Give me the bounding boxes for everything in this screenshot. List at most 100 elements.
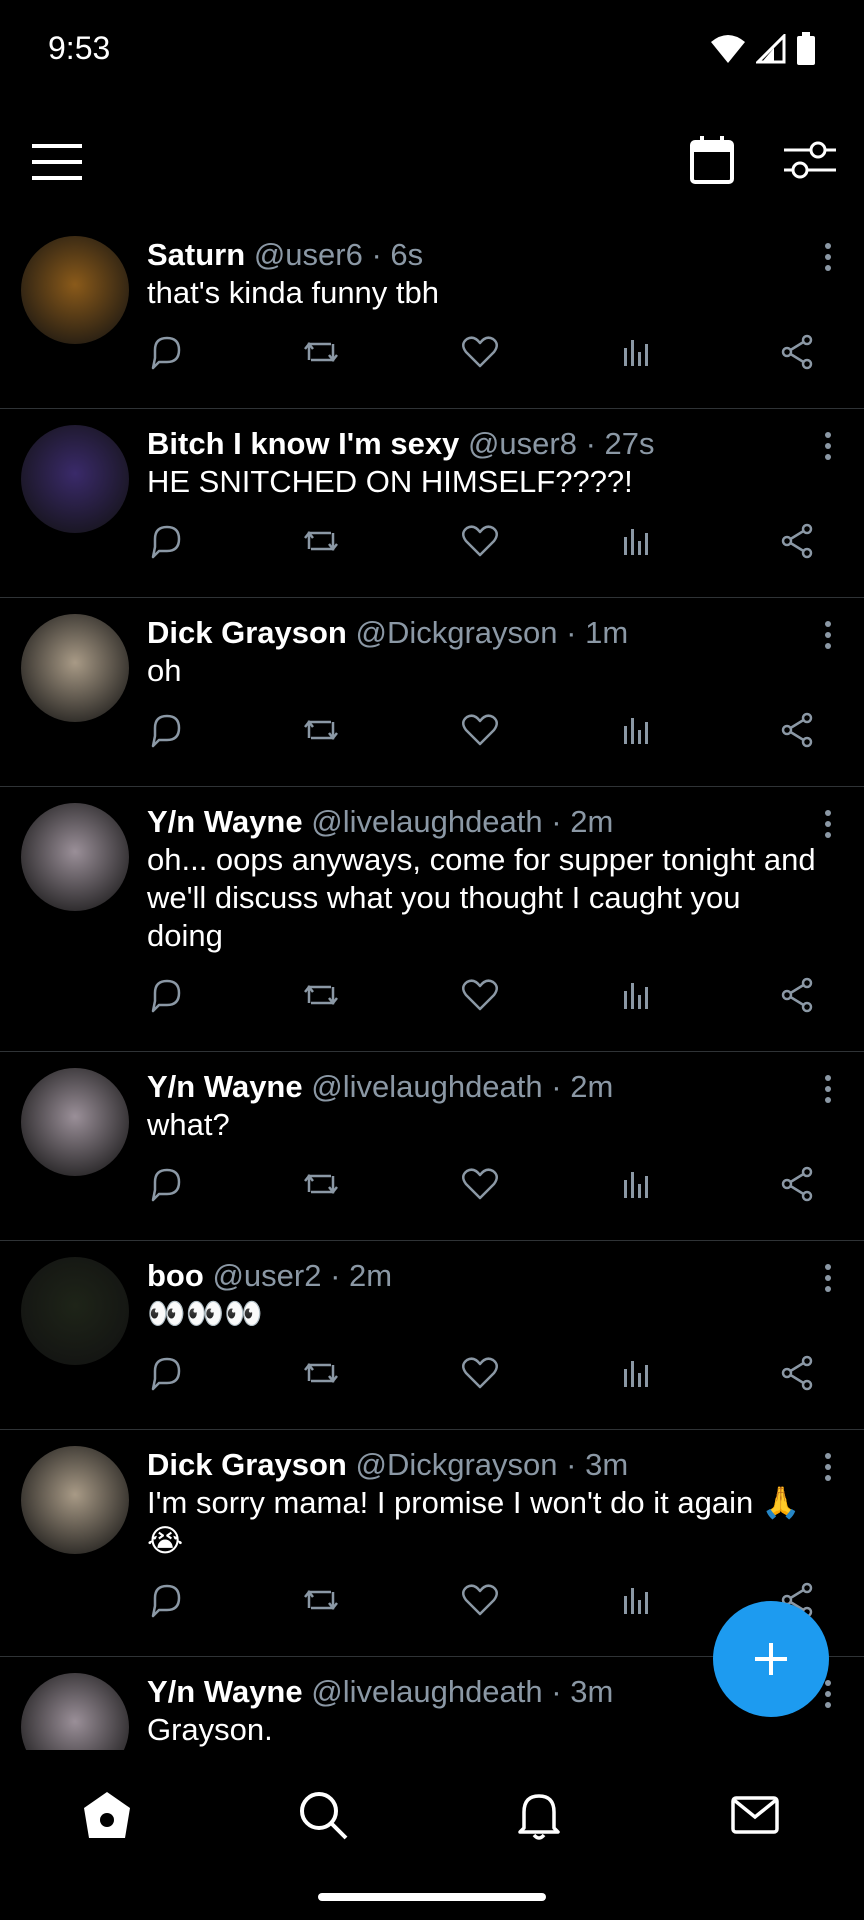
retweet-icon[interactable]: [301, 1580, 341, 1620]
like-icon[interactable]: [460, 975, 500, 1015]
tweet-time: 2m: [349, 1258, 393, 1293]
like-icon[interactable]: [460, 332, 500, 372]
tweet-text: that's kinda funny tbh: [147, 275, 440, 310]
tweet-author-name[interactable]: Y/n Wayne: [147, 1069, 303, 1104]
tweet-author-name[interactable]: boo: [147, 1258, 204, 1293]
calendar-icon[interactable]: [686, 134, 738, 186]
stats-icon[interactable]: [617, 1353, 657, 1393]
share-icon[interactable]: [777, 521, 817, 561]
stats-icon[interactable]: [617, 521, 657, 561]
tweet-handle[interactable]: @Dickgrayson: [356, 615, 558, 650]
compose-button[interactable]: [713, 1601, 829, 1717]
retweet-icon[interactable]: [301, 710, 341, 750]
avatar[interactable]: [21, 614, 129, 722]
retweet-icon[interactable]: [301, 1164, 341, 1204]
avatar[interactable]: [21, 425, 129, 533]
tweet-handle[interactable]: @user8: [468, 426, 577, 461]
tweet-content: Saturn @user6 · 6s that's kinda funny tb…: [147, 220, 820, 388]
share-icon[interactable]: [777, 332, 817, 372]
retweet-icon[interactable]: [301, 521, 341, 561]
tweet-author-name[interactable]: Dick Grayson: [147, 615, 347, 650]
tweet-separator: ·: [371, 237, 382, 272]
like-icon[interactable]: [460, 521, 500, 561]
tweet-handle[interactable]: @livelaughdeath: [311, 804, 542, 839]
tweet-item[interactable]: Bitch I know I'm sexy @user8 · 27s HE SN…: [0, 409, 864, 598]
stats-icon[interactable]: [617, 1164, 657, 1204]
tweet-time: 2m: [570, 1069, 614, 1104]
reply-icon[interactable]: [147, 521, 187, 561]
reply-icon[interactable]: [147, 1580, 187, 1620]
tweet-actions: [147, 710, 820, 766]
tweet-author-name[interactable]: Bitch I know I'm sexy: [147, 426, 459, 461]
more-options-icon[interactable]: [822, 1074, 834, 1104]
reply-icon[interactable]: [147, 332, 187, 372]
tweet-header: Dick Grayson @Dickgrayson · 1m: [147, 614, 820, 652]
more-options-icon[interactable]: [822, 431, 834, 461]
retweet-icon[interactable]: [301, 332, 341, 372]
retweet-icon[interactable]: [301, 975, 341, 1015]
avatar[interactable]: [21, 803, 129, 911]
battery-icon: [797, 32, 815, 65]
signal-icon: [756, 34, 786, 64]
more-options-icon[interactable]: [822, 1263, 834, 1293]
tweet-separator: ·: [566, 615, 577, 650]
tweet-actions: [147, 1580, 820, 1636]
share-icon[interactable]: [777, 1164, 817, 1204]
stats-icon[interactable]: [617, 710, 657, 750]
stats-icon[interactable]: [617, 332, 657, 372]
search-icon[interactable]: [296, 1788, 350, 1842]
mail-icon[interactable]: [728, 1788, 782, 1842]
share-icon[interactable]: [777, 710, 817, 750]
tweet-separator: ·: [330, 1258, 341, 1293]
tweet-handle[interactable]: @livelaughdeath: [311, 1674, 542, 1709]
tweet-handle[interactable]: @livelaughdeath: [311, 1069, 542, 1104]
timeline-feed[interactable]: Saturn @user6 · 6s that's kinda funny tb…: [0, 220, 864, 1750]
more-options-icon[interactable]: [822, 809, 834, 839]
tweet-text: oh... oops anyways, come for supper toni…: [147, 842, 816, 953]
stats-icon[interactable]: [617, 975, 657, 1015]
tweet-item[interactable]: boo @user2 · 2m 👀👀👀: [0, 1241, 864, 1430]
tweet-actions: [147, 521, 820, 577]
tweet-author-name[interactable]: Y/n Wayne: [147, 804, 303, 839]
top-app-bar: [0, 100, 864, 220]
tweet-item[interactable]: Y/n Wayne @livelaughdeath · 2m oh... oop…: [0, 787, 864, 1052]
share-icon[interactable]: [777, 975, 817, 1015]
reply-icon[interactable]: [147, 975, 187, 1015]
tweet-text: HE SNITCHED ON HIMSELF????!: [147, 464, 633, 499]
avatar[interactable]: [21, 1257, 129, 1365]
avatar[interactable]: [21, 1068, 129, 1176]
avatar[interactable]: [21, 1673, 129, 1750]
tweet-handle[interactable]: @Dickgrayson: [356, 1447, 558, 1482]
share-icon[interactable]: [777, 1353, 817, 1393]
more-options-icon[interactable]: [822, 1452, 834, 1482]
tweet-author-name[interactable]: Y/n Wayne: [147, 1674, 303, 1709]
wifi-icon: [711, 35, 745, 63]
bell-icon[interactable]: [512, 1788, 566, 1842]
more-options-icon[interactable]: [822, 620, 834, 650]
like-icon[interactable]: [460, 1353, 500, 1393]
filter-sliders-icon[interactable]: [782, 134, 838, 186]
like-icon[interactable]: [460, 1164, 500, 1204]
avatar[interactable]: [21, 236, 129, 344]
tweet-item[interactable]: Y/n Wayne @livelaughdeath · 2m what?: [0, 1052, 864, 1241]
reply-icon[interactable]: [147, 1164, 187, 1204]
more-options-icon[interactable]: [822, 1679, 834, 1709]
tweet-item[interactable]: Dick Grayson @Dickgrayson · 1m oh: [0, 598, 864, 787]
stats-icon[interactable]: [617, 1580, 657, 1620]
reply-icon[interactable]: [147, 1353, 187, 1393]
tweet-handle[interactable]: @user6: [254, 237, 363, 272]
tweet-author-name[interactable]: Dick Grayson: [147, 1447, 347, 1482]
home-icon[interactable]: [80, 1788, 134, 1842]
tweet-time: 1m: [585, 615, 629, 650]
hamburger-menu-icon[interactable]: [28, 140, 88, 184]
tweet-handle[interactable]: @user2: [212, 1258, 321, 1293]
tweet-author-name[interactable]: Saturn: [147, 237, 245, 272]
more-options-icon[interactable]: [822, 242, 834, 272]
reply-icon[interactable]: [147, 710, 187, 750]
like-icon[interactable]: [460, 1580, 500, 1620]
tweet-text: what?: [147, 1107, 230, 1142]
like-icon[interactable]: [460, 710, 500, 750]
retweet-icon[interactable]: [301, 1353, 341, 1393]
tweet-item[interactable]: Saturn @user6 · 6s that's kinda funny tb…: [0, 220, 864, 409]
avatar[interactable]: [21, 1446, 129, 1554]
